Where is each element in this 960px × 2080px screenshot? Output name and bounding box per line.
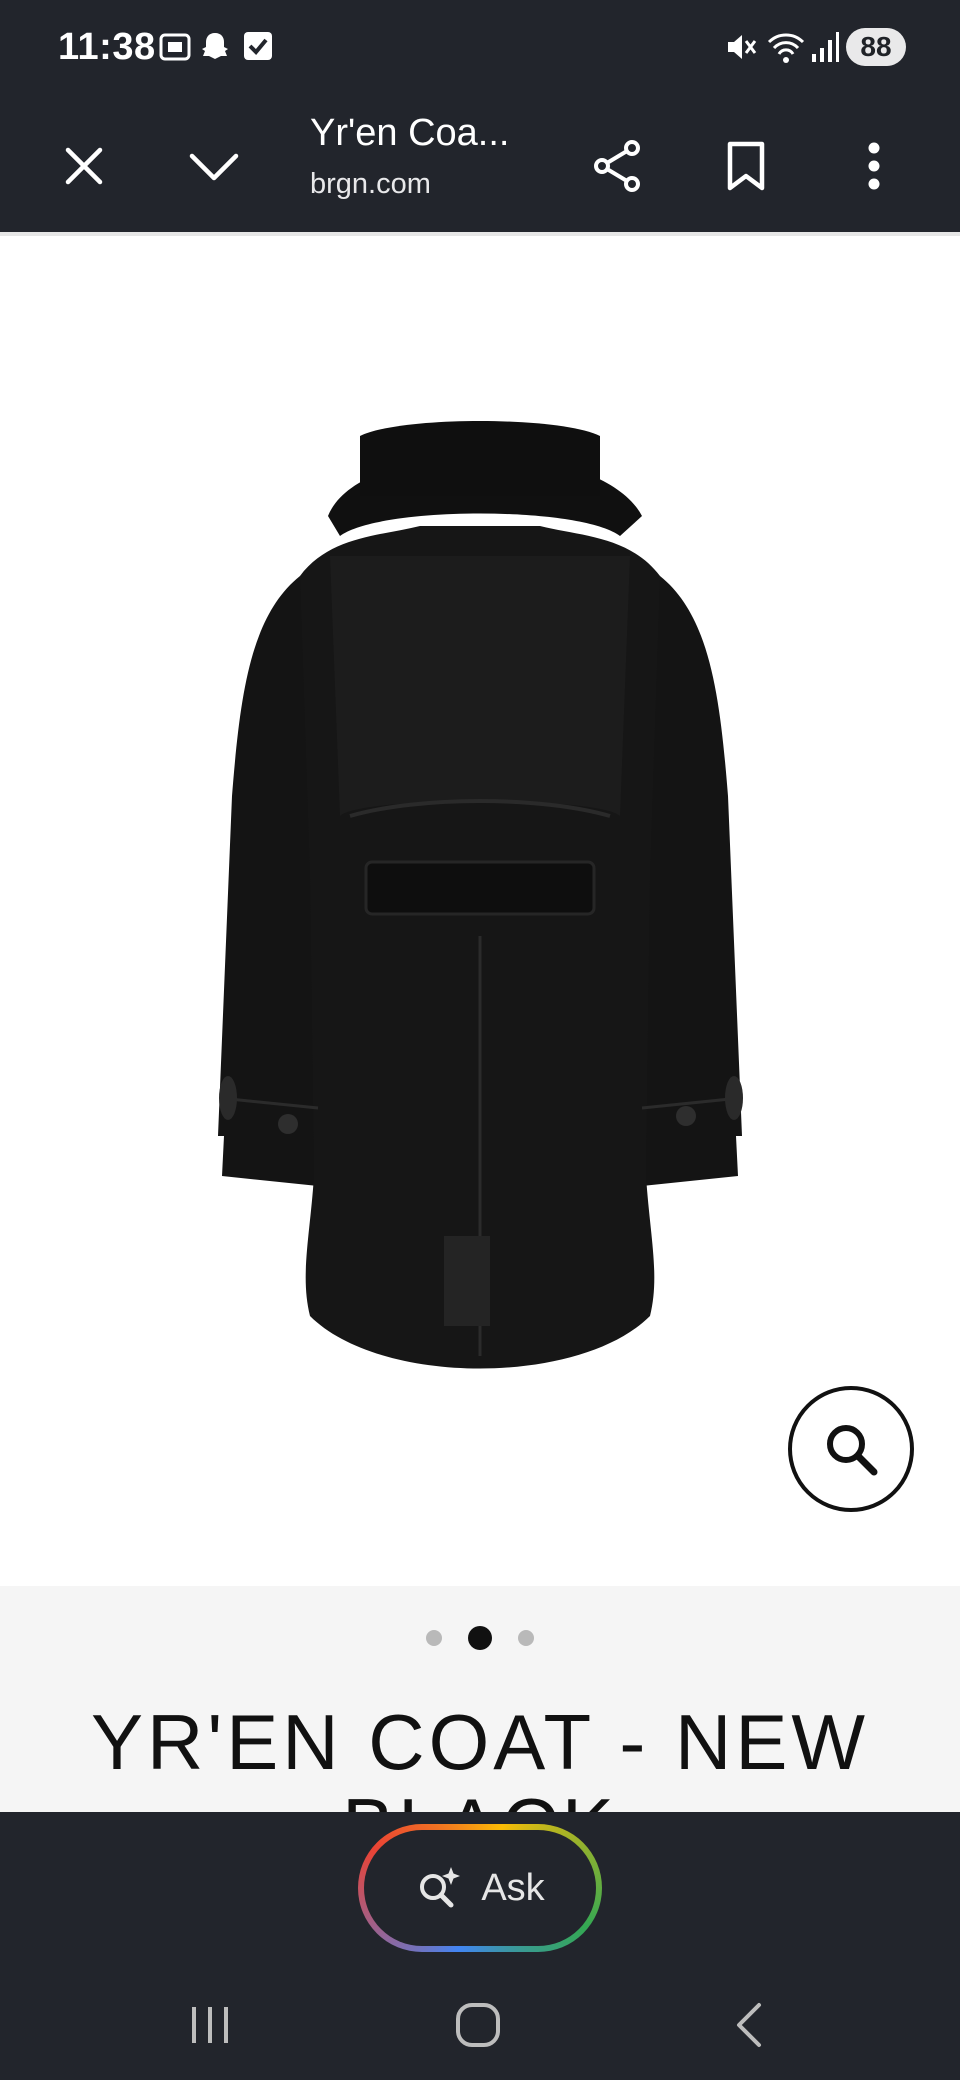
status-time: 11:38 (58, 26, 156, 68)
coat-image (218, 421, 743, 1369)
page-title: Yr'en Coa... (310, 112, 510, 154)
sparkle-search-icon (420, 1867, 461, 1908)
home-icon (456, 2003, 500, 2047)
bookmark-button[interactable] (710, 130, 782, 202)
back-button[interactable] (708, 1990, 788, 2060)
screenshot-icon (158, 30, 192, 69)
mute-icon (724, 30, 758, 69)
signal-icon (810, 30, 840, 69)
minimize-button[interactable] (178, 130, 250, 202)
wifi-icon (766, 30, 806, 69)
battery-badge: 88 (846, 28, 906, 66)
zoom-button[interactable] (788, 1386, 914, 1512)
product-title: YR'EN COAT - NEW BLACK (90, 1698, 870, 1812)
product-title-clip: YR'EN COAT - NEW BLACK (0, 1586, 960, 1812)
ask-button[interactable]: Ask (364, 1830, 596, 1946)
close-button[interactable] (48, 130, 120, 202)
search-icon (827, 1425, 878, 1476)
close-icon (65, 147, 103, 185)
ask-label: Ask (481, 1866, 545, 1909)
recents-icon (192, 2007, 228, 2043)
more-vert-icon (868, 142, 880, 190)
share-button[interactable] (582, 130, 654, 202)
share-icon (594, 140, 640, 192)
snapchat-ghost-icon (198, 30, 232, 69)
recents-button[interactable] (170, 1990, 250, 2060)
bookmark-icon (727, 141, 765, 191)
more-options-button[interactable] (838, 130, 910, 202)
product-image[interactable] (0, 236, 960, 1586)
custom-tab-toolbar: Yr'en Coa... brgn.com (0, 100, 960, 232)
checkbox-icon (242, 30, 274, 67)
home-button[interactable] (438, 1990, 518, 2060)
back-icon (737, 2003, 761, 2047)
status-bar: 11:38 88 (0, 0, 960, 100)
chevron-down-icon (189, 153, 239, 181)
page-url: brgn.com (310, 168, 431, 200)
